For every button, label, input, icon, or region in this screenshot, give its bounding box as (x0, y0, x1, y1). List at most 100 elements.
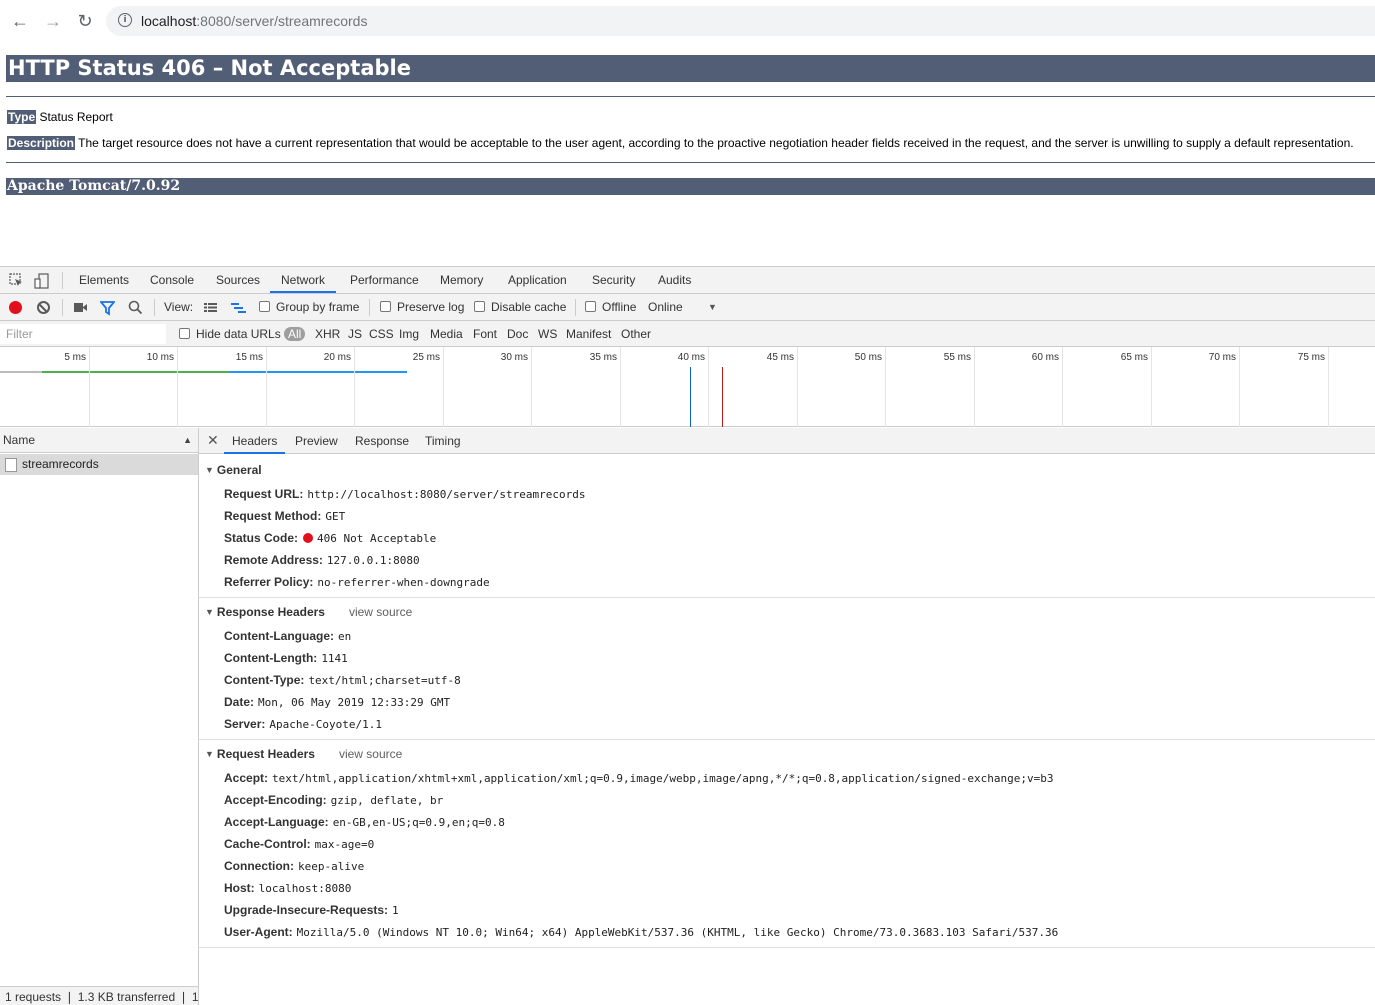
separator (154, 299, 155, 316)
filter-input[interactable]: Filter (0, 324, 166, 344)
tab-elements[interactable]: Elements (79, 267, 129, 293)
filter-type-all[interactable]: All (284, 325, 306, 343)
throttling-select[interactable]: Online (648, 294, 683, 321)
info-icon[interactable]: i (118, 13, 132, 27)
tab-console[interactable]: Console (150, 267, 194, 293)
type-label: Type (7, 110, 37, 124)
document-icon (5, 458, 17, 472)
load-event-marker (722, 367, 723, 427)
header-row: Host: localhost:8080 (224, 881, 352, 895)
clear-icon[interactable] (37, 301, 50, 314)
timeline-grid-line (177, 347, 178, 427)
general-section-header[interactable]: ▼ General (205, 463, 262, 477)
devtools-tab-bar: Elements Console Sources Network Perform… (0, 267, 1375, 294)
request-list: Name ▲ streamrecords 1 requests ❘ 1.3 KB… (0, 428, 199, 1005)
tab-network[interactable]: Network (270, 267, 337, 293)
header-row: Date: Mon, 06 May 2019 12:33:29 GMT (224, 695, 451, 709)
header-row: Connection: keep-alive (224, 859, 365, 873)
forward-arrow-icon[interactable]: → (42, 10, 64, 32)
detail-tab-bar: ✕ Headers Preview Response Timing (199, 428, 1375, 454)
group-by-frame-checkbox[interactable]: Group by frame (259, 294, 359, 321)
header-row: Content-Language: en (224, 629, 352, 643)
capture-screenshots-icon[interactable] (73, 294, 88, 321)
filter-type-font[interactable]: Font (473, 325, 497, 343)
timeline-download-bar (230, 371, 407, 373)
expand-triangle-icon: ▼ (205, 465, 214, 475)
header-row: Request Method: GET (224, 509, 346, 523)
header-row: Accept-Encoding: gzip, deflate, br (224, 793, 444, 807)
timeline-grid-line (1151, 347, 1152, 427)
request-row[interactable]: streamrecords (0, 454, 198, 475)
tab-timing[interactable]: Timing (425, 428, 461, 454)
close-icon[interactable]: ✕ (207, 432, 219, 449)
timeline-grid-line (1239, 347, 1240, 427)
status-error-icon (303, 533, 314, 543)
expand-triangle-icon: ▼ (205, 749, 214, 759)
tab-memory[interactable]: Memory (440, 267, 483, 293)
search-icon[interactable] (128, 294, 143, 321)
header-row: Upgrade-Insecure-Requests: 1 (224, 903, 399, 917)
tab-performance[interactable]: Performance (350, 267, 419, 293)
view-source-link[interactable]: view source (349, 605, 412, 619)
hide-data-urls-checkbox[interactable]: Hide data URLs (179, 325, 281, 343)
divider (6, 162, 1375, 163)
tab-preview[interactable]: Preview (295, 428, 338, 454)
view-label: View: (164, 300, 194, 314)
device-toolbar-icon[interactable] (34, 273, 49, 289)
inspect-element-icon[interactable] (9, 273, 23, 287)
tab-headers[interactable]: Headers (224, 428, 286, 454)
timeline-overview[interactable]: 5 ms 10 ms 15 ms 20 ms 25 ms 30 ms 35 ms 40 ms 4… (0, 347, 1375, 427)
header-row: Accept: text/html,application/xhtml+xml,a… (224, 771, 1054, 785)
header-row: Referrer Policy: no-referrer-when-downgra… (224, 575, 490, 589)
filter-type-doc[interactable]: Doc (507, 325, 528, 343)
request-details: ✕ Headers Preview Response Timing ▼ Gener… (199, 428, 1375, 1005)
response-headers-section-header[interactable]: ▼ Response Headers view source (205, 605, 412, 619)
section-divider (199, 597, 1375, 598)
timeline-waiting-bar (42, 371, 230, 373)
address-bar[interactable]: i localhost:8080/server/streamrecords (106, 6, 1375, 36)
reload-icon[interactable]: ↻ (74, 10, 96, 32)
filter-type-img[interactable]: Img (399, 325, 419, 343)
timeline-grid-line (89, 347, 90, 427)
back-arrow-icon[interactable]: ← (9, 10, 31, 32)
description-line: Description The target resource does not… (7, 136, 1354, 150)
throttling-dropdown-icon[interactable]: ▼ (708, 294, 717, 321)
view-source-link[interactable]: view source (339, 747, 402, 761)
waterfall-overview-icon[interactable] (230, 294, 247, 321)
preserve-log-checkbox[interactable]: Preserve log (380, 294, 464, 321)
header-row: Content-Type: text/html;charset=utf-8 (224, 673, 461, 687)
timeline-tick-label: 75 ms (1297, 352, 1325, 363)
filter-type-css[interactable]: CSS (369, 325, 394, 343)
url-text[interactable]: localhost:8080/server/streamrecords (141, 13, 367, 29)
large-rows-icon[interactable] (203, 294, 218, 321)
request-headers-section-header[interactable]: ▼ Request Headers view source (205, 747, 402, 761)
record-icon[interactable] (9, 301, 22, 314)
sort-ascending-icon[interactable]: ▲ (183, 428, 192, 453)
tab-response[interactable]: Response (355, 428, 409, 454)
timeline-grid-line (531, 347, 532, 427)
type-value: Status Report (39, 110, 113, 124)
offline-checkbox[interactable]: Offline (585, 294, 636, 321)
timeline-grid-line (443, 347, 444, 427)
name-column-header[interactable]: Name ▲ (0, 428, 198, 453)
disable-cache-checkbox[interactable]: Disable cache (474, 294, 566, 321)
server-footer: Apache Tomcat/7.0.92 (6, 178, 1375, 195)
filter-type-ws[interactable]: WS (538, 325, 557, 343)
tab-sources[interactable]: Sources (216, 267, 260, 293)
timeline-queue-bar (0, 371, 42, 373)
divider (6, 96, 1375, 97)
tab-application[interactable]: Application (508, 267, 567, 293)
tab-security[interactable]: Security (592, 267, 635, 293)
filter-type-media[interactable]: Media (430, 325, 463, 343)
timeline-tick-label: 40 ms (677, 352, 705, 363)
timeline-grid-line (1328, 347, 1329, 427)
timeline-tick-label: 70 ms (1208, 352, 1236, 363)
filter-icon[interactable] (99, 294, 116, 321)
header-row: User-Agent: Mozilla/5.0 (Windows NT 10.0;… (224, 925, 1059, 939)
filter-type-other[interactable]: Other (621, 325, 651, 343)
filter-type-xhr[interactable]: XHR (315, 325, 340, 343)
timeline-tick-label: 20 ms (323, 352, 351, 363)
filter-type-manifest[interactable]: Manifest (566, 325, 611, 343)
filter-type-js[interactable]: JS (348, 325, 362, 343)
tab-audits[interactable]: Audits (658, 267, 691, 293)
